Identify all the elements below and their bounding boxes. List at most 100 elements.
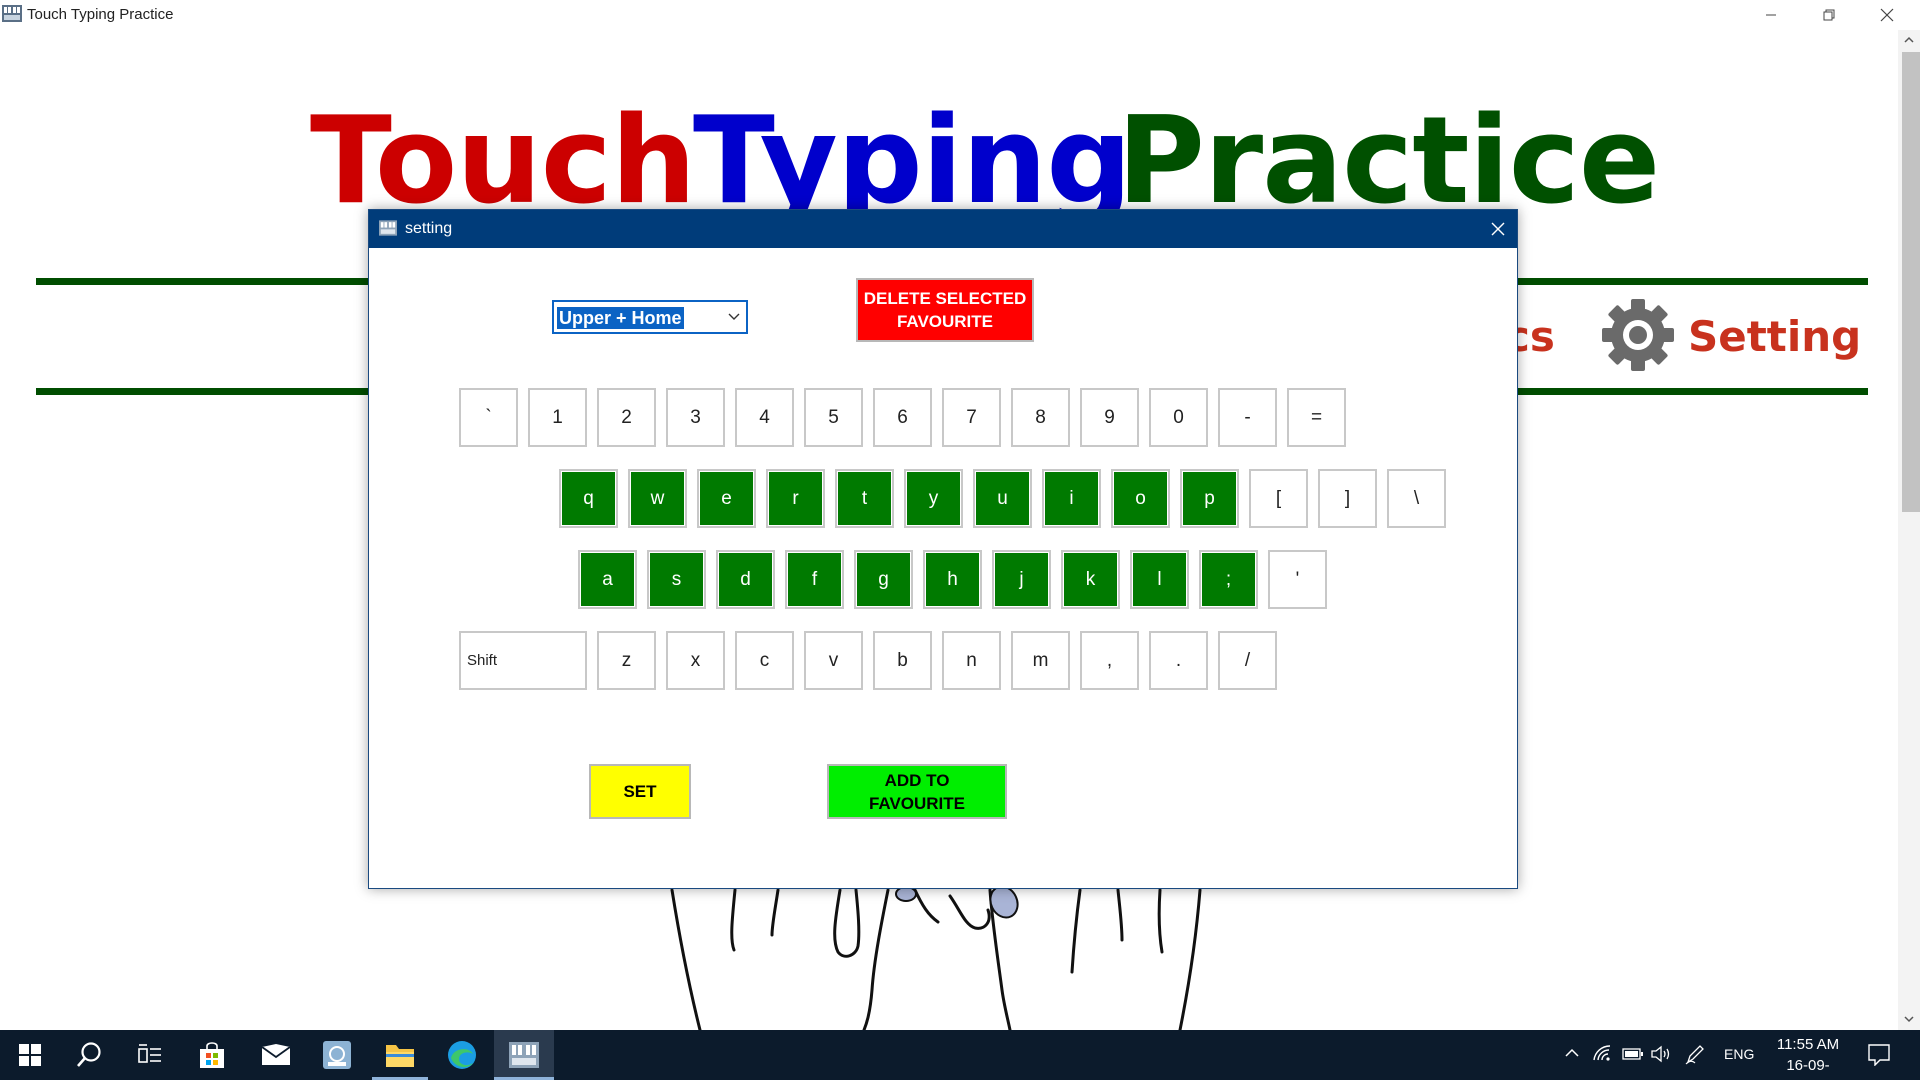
key-row4-7[interactable]: m <box>1011 631 1070 690</box>
key-row4-10[interactable]: / <box>1218 631 1277 690</box>
key-row3-6[interactable]: j <box>992 550 1051 609</box>
task-view-button[interactable] <box>120 1030 180 1080</box>
notifications-icon[interactable] <box>1868 1044 1890 1066</box>
key-row1-8[interactable]: 8 <box>1011 388 1070 447</box>
key-row1-4[interactable]: 4 <box>735 388 794 447</box>
key-row4-5[interactable]: b <box>873 631 932 690</box>
scroll-down-icon[interactable] <box>1904 1014 1914 1024</box>
key-row3-3[interactable]: f <box>785 550 844 609</box>
key-row1-7[interactable]: 7 <box>942 388 1001 447</box>
key-row3-8[interactable]: l <box>1130 550 1189 609</box>
key-row4-0[interactable]: Shift <box>459 631 587 690</box>
key-row2-12[interactable]: \ <box>1387 469 1446 528</box>
photos-button[interactable] <box>307 1030 367 1080</box>
key-row4-8[interactable]: , <box>1080 631 1139 690</box>
file-explorer-icon <box>386 1045 414 1067</box>
task-view-icon <box>138 1044 161 1063</box>
heading-word-typing: Typing <box>693 102 1132 222</box>
screen: Touch Typing Practice Touch Typing Pract… <box>0 0 1920 1080</box>
set-button[interactable]: SET <box>589 764 691 819</box>
tray-clock[interactable]: 11:55 AM 16-09-2023 <box>1770 1034 1846 1080</box>
clock-time: 11:55 AM <box>1776 1036 1840 1053</box>
chevron-up-icon[interactable] <box>1565 1048 1579 1058</box>
search-icon <box>77 1042 101 1067</box>
key-row1-1[interactable]: 1 <box>528 388 587 447</box>
key-row2-2[interactable]: e <box>697 469 756 528</box>
edge-icon <box>448 1041 476 1069</box>
store-button[interactable] <box>182 1030 242 1080</box>
store-icon <box>200 1042 224 1068</box>
key-row4-6[interactable]: n <box>942 631 1001 690</box>
key-row2-7[interactable]: i <box>1042 469 1101 528</box>
typing-app-button[interactable] <box>494 1030 554 1080</box>
key-row1-2[interactable]: 2 <box>597 388 656 447</box>
key-row2-4[interactable]: t <box>835 469 894 528</box>
keyboard-layout: ` 1 2 3 4 5 6 7 8 9 0- = q w e r t y u i o p[] \ a s d f g h j k l; ' Shi… <box>369 210 1517 770</box>
key-row4-9[interactable]: . <box>1149 631 1208 690</box>
key-row1-12[interactable]: = <box>1287 388 1346 447</box>
mail-icon <box>261 1044 291 1065</box>
key-row4-3[interactable]: c <box>735 631 794 690</box>
key-row1-10[interactable]: 0 <box>1149 388 1208 447</box>
mail-button[interactable] <box>246 1030 306 1080</box>
pen-icon[interactable] <box>1685 1043 1705 1065</box>
key-row2-5[interactable]: y <box>904 469 963 528</box>
add-to-favourite-button[interactable]: ADD TO FAVOURITE <box>827 764 1007 819</box>
key-row2-6[interactable]: u <box>973 469 1032 528</box>
gear-icon[interactable] <box>1598 298 1678 372</box>
key-row4-2[interactable]: x <box>666 631 725 690</box>
app-window: Touch Typing Practice Touch Typing Pract… <box>0 0 1920 1030</box>
key-row2-9[interactable]: p <box>1180 469 1239 528</box>
key-row3-0[interactable]: a <box>578 550 637 609</box>
key-row3-7[interactable]: k <box>1061 550 1120 609</box>
scroll-up-icon[interactable] <box>1904 35 1914 45</box>
battery-icon[interactable] <box>1622 1048 1644 1060</box>
key-row1-3[interactable]: 3 <box>666 388 725 447</box>
key-row1-11[interactable]: - <box>1218 388 1277 447</box>
key-row1-6[interactable]: 6 <box>873 388 932 447</box>
start-icon <box>19 1044 41 1066</box>
restore-icon <box>1823 9 1835 21</box>
key-row2-11[interactable]: ] <box>1318 469 1377 528</box>
key-row1-0[interactable]: ` <box>459 388 518 447</box>
minimize-button[interactable] <box>1742 0 1800 30</box>
start-button[interactable] <box>0 1030 60 1080</box>
title-bar: Touch Typing Practice <box>0 0 1920 30</box>
restore-button[interactable] <box>1800 0 1858 30</box>
search-button[interactable] <box>60 1030 120 1080</box>
close-icon <box>1880 8 1894 22</box>
close-button[interactable] <box>1858 0 1916 30</box>
edge-button[interactable] <box>432 1030 492 1080</box>
keyboard-hands-icon <box>2 5 22 22</box>
key-row3-4[interactable]: g <box>854 550 913 609</box>
key-row2-0[interactable]: q <box>559 469 618 528</box>
key-row2-10[interactable]: [ <box>1249 469 1308 528</box>
setting-nav-label[interactable]: Setting <box>1688 312 1861 361</box>
key-row3-10[interactable]: ' <box>1268 550 1327 609</box>
wifi-icon[interactable] <box>1592 1044 1612 1062</box>
key-row2-1[interactable]: w <box>628 469 687 528</box>
volume-icon[interactable] <box>1650 1045 1672 1063</box>
key-row4-1[interactable]: z <box>597 631 656 690</box>
app-heading: Touch Typing Practice <box>0 102 1898 222</box>
file-explorer-button[interactable] <box>370 1030 430 1080</box>
key-row4-4[interactable]: v <box>804 631 863 690</box>
key-row3-1[interactable]: s <box>647 550 706 609</box>
key-row2-8[interactable]: o <box>1111 469 1170 528</box>
key-row3-5[interactable]: h <box>923 550 982 609</box>
key-row1-9[interactable]: 9 <box>1080 388 1139 447</box>
key-row3-2[interactable]: d <box>716 550 775 609</box>
heading-word-practice: Practice <box>1117 102 1660 222</box>
input-language[interactable]: ENG <box>1724 1046 1754 1062</box>
clock-date: 16-09-2023 <box>1786 1057 1830 1080</box>
key-row3-9[interactable]: ; <box>1199 550 1258 609</box>
minimize-icon <box>1766 14 1776 16</box>
key-row1-5[interactable]: 5 <box>804 388 863 447</box>
typing-app-icon <box>509 1042 539 1068</box>
window-title: Touch Typing Practice <box>27 6 174 23</box>
hands-illustration <box>670 885 1202 1030</box>
setting-dialog: setting Upper + Home DELETE SELECTED FAVO… <box>368 209 1518 889</box>
scrollbar-thumb[interactable] <box>1902 52 1920 512</box>
key-row2-3[interactable]: r <box>766 469 825 528</box>
heading-word-touch: Touch <box>310 102 696 222</box>
